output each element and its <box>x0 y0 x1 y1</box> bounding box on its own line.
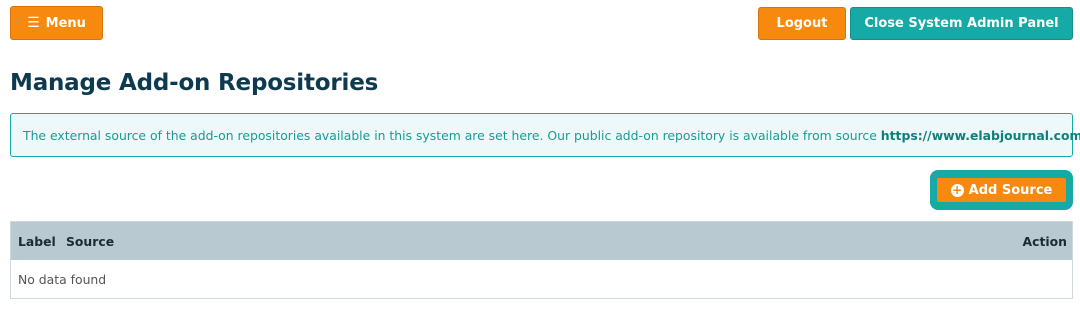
menu-button[interactable]: ☰ Menu <box>10 6 103 40</box>
add-source-button[interactable]: + Add Source <box>937 178 1066 202</box>
empty-state-text: No data found <box>18 271 107 287</box>
logout-button[interactable]: Logout <box>758 7 846 40</box>
info-link[interactable]: https://www.elabjournal.com <box>881 128 1080 143</box>
close-admin-panel-button[interactable]: Close System Admin Panel <box>850 7 1073 40</box>
add-source-focus-ring: + Add Source <box>930 170 1073 210</box>
info-text: The external source of the add-on reposi… <box>23 127 877 143</box>
page-title: Manage Add-on Repositories <box>10 70 379 96</box>
table-row-empty: No data found <box>11 260 1072 298</box>
column-header-source[interactable]: Source <box>66 234 114 249</box>
repositories-table: Label Source Action No data found <box>10 221 1073 299</box>
plus-circle-icon: + <box>950 182 964 197</box>
menu-button-label: Menu <box>45 15 86 31</box>
info-banner: The external source of the add-on reposi… <box>10 113 1080 157</box>
table-header: Label Source Action <box>11 222 1072 260</box>
column-header-label[interactable]: Label <box>18 234 56 249</box>
column-header-action: Action <box>1022 233 1067 249</box>
add-source-label: Add Source <box>968 182 1053 198</box>
hamburger-icon: ☰ <box>27 15 40 31</box>
